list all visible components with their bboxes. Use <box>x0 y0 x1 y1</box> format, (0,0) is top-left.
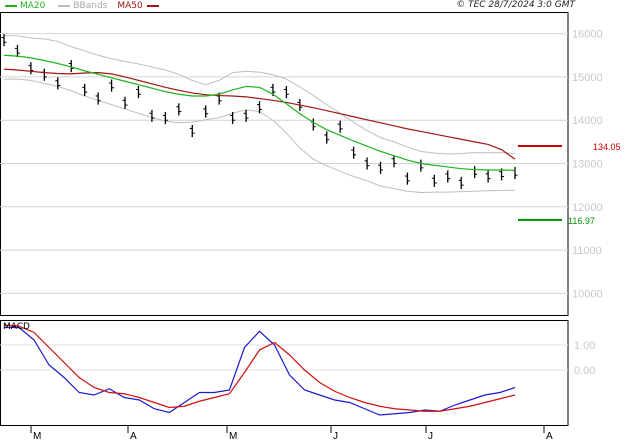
y-tick-label-14000: 14000 <box>572 115 603 127</box>
macd-line <box>4 326 516 416</box>
level-label-116.97: 116.97 <box>568 216 595 226</box>
y-tick-label-11000: 11000 <box>572 245 602 257</box>
level-label-134.05: 134.05 <box>593 142 621 152</box>
stock-chart: 16000 15000 14000 13000 12000 11000 10000 M A M J J… <box>0 12 621 440</box>
x-tick-label-J-4: J <box>428 431 433 440</box>
x-tick-label-J-3: J <box>333 431 338 440</box>
ma50-line <box>3 68 516 160</box>
y-tick-label-15000: 15000 <box>572 72 603 84</box>
y-tick-label-13000: 13000 <box>572 159 603 171</box>
x-tick-label-A-5: A <box>546 431 553 440</box>
bollinger-lower-line <box>4 78 515 194</box>
x-tick-label-M-0: M <box>33 431 41 440</box>
y-tick-label-10000: 10000 <box>572 288 603 300</box>
x-tick-label-A-1: A <box>130 431 137 440</box>
y-tick-label-12000: 12000 <box>572 202 603 214</box>
macd-label: MACD <box>3 322 30 332</box>
y-tick-label-16000: 16000 <box>572 29 603 41</box>
macd-panel-frame <box>0 320 569 426</box>
macd-y-tick-1.00: 1.00 <box>574 340 595 352</box>
signal-line <box>3 324 516 412</box>
macd-y-tick-0.00: 0.00 <box>574 365 595 377</box>
x-tick-label-M-2: M <box>229 431 237 440</box>
